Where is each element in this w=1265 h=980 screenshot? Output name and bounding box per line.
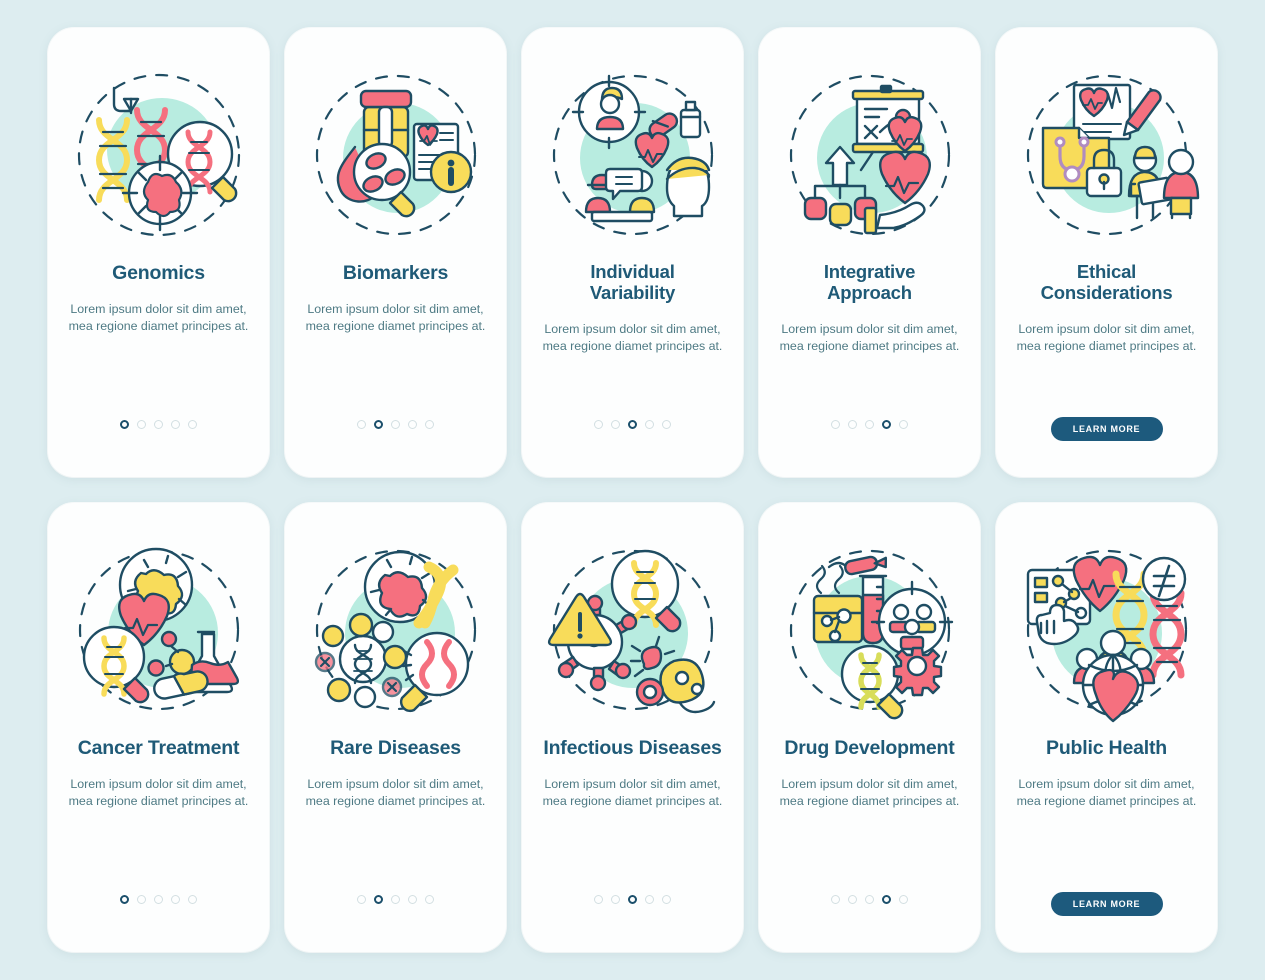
pagination-dot-active[interactable] — [120, 895, 129, 904]
card-title: Infectious Diseases — [543, 737, 722, 759]
pagination-dot[interactable] — [645, 420, 654, 429]
top-row: Genomics Lorem ipsum dolor sit dim amet, … — [0, 28, 1265, 477]
card-body-text: Lorem ipsum dolor sit dim amet, mea regi… — [542, 777, 723, 808]
pagination-dot[interactable] — [899, 895, 908, 904]
pagination-dot[interactable] — [357, 895, 366, 904]
card-body-text: Lorem ipsum dolor sit dim amet, mea regi… — [1016, 777, 1197, 808]
card-body-text: Lorem ipsum dolor sit dim amet, mea regi… — [68, 777, 249, 808]
pagination-dot[interactable] — [865, 895, 874, 904]
pagination-dots — [285, 895, 506, 904]
pagination-dots — [522, 895, 743, 904]
pagination-dot[interactable] — [154, 420, 163, 429]
card-body-text: Lorem ipsum dolor sit dim amet, mea regi… — [1016, 321, 1197, 353]
pagination-dot-active[interactable] — [882, 895, 891, 904]
pagination-dot[interactable] — [154, 895, 163, 904]
card-body-text: Lorem ipsum dolor sit dim amet, mea regi… — [779, 321, 960, 353]
card-title: Rare Diseases — [330, 737, 461, 759]
card-title: Drug Development — [784, 737, 955, 759]
pagination-dots — [759, 420, 980, 429]
pagination-dot[interactable] — [662, 420, 671, 429]
pagination-dot[interactable] — [865, 420, 874, 429]
onboarding-card[interactable]: Cancer Treatment Lorem ipsum dolor sit di… — [48, 503, 269, 952]
biomarkers-illustration — [303, 62, 489, 248]
onboarding-card[interactable]: Individual Variability Lorem ipsum dolor s… — [522, 28, 743, 477]
pagination-dot-active[interactable] — [120, 420, 129, 429]
pagination-dot[interactable] — [188, 895, 197, 904]
pagination-dot[interactable] — [645, 895, 654, 904]
public-health-illustration — [1014, 537, 1200, 723]
pagination-dot[interactable] — [391, 420, 400, 429]
card-title: Ethical Considerations — [1040, 261, 1173, 303]
card-body-text: Lorem ipsum dolor sit dim amet, mea regi… — [779, 777, 960, 808]
card-body-text: Lorem ipsum dolor sit dim amet, mea regi… — [68, 302, 249, 333]
genomics-illustration — [66, 62, 252, 248]
drug-development-illustration — [777, 537, 963, 723]
pagination-dot[interactable] — [611, 895, 620, 904]
ethical-considerations-illustration — [1014, 62, 1200, 248]
pagination-dots — [48, 895, 269, 904]
pagination-dot[interactable] — [137, 420, 146, 429]
pagination-dot[interactable] — [831, 420, 840, 429]
pagination-dot[interactable] — [662, 895, 671, 904]
pagination-dot[interactable] — [848, 895, 857, 904]
onboarding-card[interactable]: Biomarkers Lorem ipsum dolor sit dim amet… — [285, 28, 506, 477]
pagination-dot[interactable] — [848, 420, 857, 429]
pagination-dots — [522, 420, 743, 429]
card-body-text: Lorem ipsum dolor sit dim amet, mea regi… — [305, 777, 486, 808]
pagination-dot[interactable] — [594, 420, 603, 429]
pagination-dot[interactable] — [391, 895, 400, 904]
individual-variability-illustration — [540, 62, 726, 248]
pagination-dot[interactable] — [408, 420, 417, 429]
pagination-dots — [48, 420, 269, 429]
pagination-dot-active[interactable] — [882, 420, 891, 429]
learn-more-button[interactable]: LEARN MORE — [1050, 417, 1163, 441]
pagination-dot[interactable] — [425, 420, 434, 429]
rare-diseases-illustration — [303, 537, 489, 723]
pagination-dot[interactable] — [831, 895, 840, 904]
card-body-text: Lorem ipsum dolor sit dim amet, mea regi… — [305, 302, 486, 333]
cancer-treatment-illustration — [66, 537, 252, 723]
onboarding-card[interactable]: Rare Diseases Lorem ipsum dolor sit dim a… — [285, 503, 506, 952]
integrative-approach-illustration — [777, 62, 963, 248]
infectious-diseases-illustration — [540, 537, 726, 723]
pagination-dot-active[interactable] — [628, 420, 637, 429]
card-title: Public Health — [1046, 737, 1167, 759]
card-title: Cancer Treatment — [77, 737, 240, 759]
bottom-row: Cancer Treatment Lorem ipsum dolor sit di… — [0, 503, 1265, 952]
pagination-dot[interactable] — [594, 895, 603, 904]
pagination-dots — [285, 420, 506, 429]
card-title: Genomics — [112, 262, 205, 284]
onboarding-card[interactable]: Public Health Lorem ipsum dolor sit dim a… — [996, 503, 1217, 952]
card-title: Biomarkers — [342, 262, 449, 284]
pagination-dots — [759, 895, 980, 904]
onboarding-card[interactable]: Genomics Lorem ipsum dolor sit dim amet, … — [48, 28, 269, 477]
onboarding-card[interactable]: Drug Development Lorem ipsum dolor sit di… — [759, 503, 980, 952]
pagination-dot-active[interactable] — [374, 420, 383, 429]
pagination-dot[interactable] — [188, 420, 197, 429]
pagination-dot-active[interactable] — [628, 895, 637, 904]
card-title: Integrative Approach — [823, 261, 916, 303]
pagination-dot[interactable] — [408, 895, 417, 904]
pagination-dot[interactable] — [171, 420, 180, 429]
card-title: Individual Variability — [589, 261, 676, 303]
onboarding-card[interactable]: Integrative Approach Lorem ipsum dolor sit… — [759, 28, 980, 477]
onboarding-card[interactable]: Ethical Considerations Lorem ipsum dolor s… — [996, 28, 1217, 477]
learn-more-button[interactable]: LEARN MORE — [1050, 892, 1163, 916]
pagination-dot[interactable] — [425, 895, 434, 904]
onboarding-screens-board: Genomics Lorem ipsum dolor sit dim amet, … — [0, 0, 1265, 980]
pagination-dot[interactable] — [899, 420, 908, 429]
pagination-dot-active[interactable] — [374, 895, 383, 904]
onboarding-card[interactable]: Infectious Diseases Lorem ipsum dolor sit… — [522, 503, 743, 952]
card-body-text: Lorem ipsum dolor sit dim amet, mea regi… — [542, 321, 723, 353]
pagination-dot[interactable] — [611, 420, 620, 429]
pagination-dot[interactable] — [171, 895, 180, 904]
pagination-dot[interactable] — [357, 420, 366, 429]
pagination-dot[interactable] — [137, 895, 146, 904]
